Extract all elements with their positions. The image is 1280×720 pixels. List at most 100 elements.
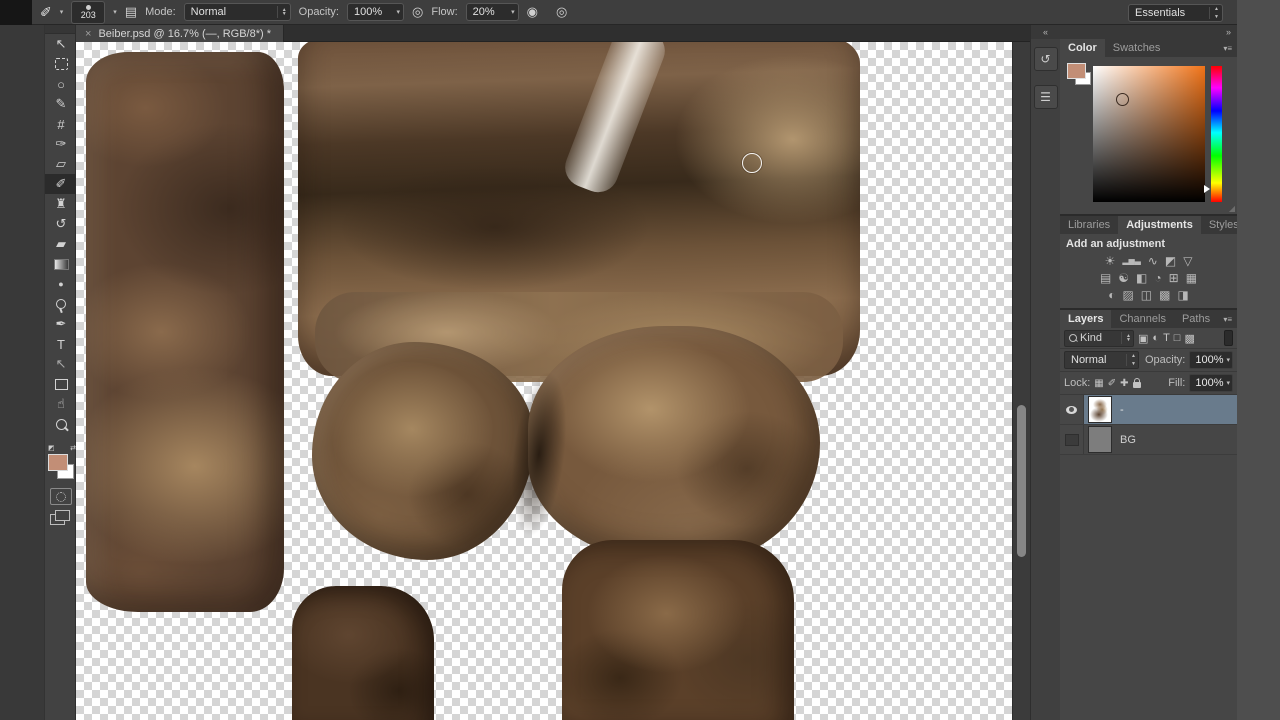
eyedropper-tool[interactable]: ✑ — [45, 134, 77, 154]
tab-adjustments[interactable]: Adjustments — [1118, 216, 1201, 234]
filter-pixel-icon[interactable]: ▣ — [1138, 332, 1148, 345]
color-balance-icon[interactable]: ☯ — [1118, 272, 1129, 284]
history-panel-button[interactable]: ↺ — [1034, 47, 1058, 71]
workspace-select[interactable]: Essentials ▲▼ — [1128, 4, 1223, 22]
hand-tool[interactable]: ☝ — [45, 394, 77, 414]
path-select-tool[interactable]: ↖ — [45, 354, 77, 374]
color-panel-menu-icon[interactable]: ▾≡ — [1223, 39, 1237, 57]
quick-mask-button[interactable] — [50, 488, 72, 505]
brush-preset-caret-icon[interactable]: ▾ — [60, 8, 64, 16]
dodge-tool[interactable] — [45, 294, 77, 314]
lock-pixels-icon[interactable]: ✐ — [1108, 378, 1116, 389]
shape-tool[interactable] — [45, 374, 77, 394]
levels-icon[interactable]: ▂▅▃ — [1122, 255, 1140, 267]
mode-select[interactable]: Normal ▲▼ — [184, 3, 291, 21]
airbrush-icon[interactable]: ◎ — [412, 4, 423, 20]
posterize-icon[interactable]: ▨ — [1122, 289, 1133, 301]
swap-colors-icon[interactable]: ◩⇄ — [46, 444, 78, 452]
layer-name[interactable]: - — [1120, 404, 1124, 416]
selective-color-icon[interactable]: ◨ — [1177, 289, 1188, 301]
lasso-tool[interactable]: ○ — [45, 74, 77, 94]
crop-tool[interactable]: # — [45, 114, 77, 134]
layer-row-current[interactable]: - — [1060, 395, 1237, 425]
filter-toggle[interactable] — [1224, 330, 1233, 346]
tab-libraries[interactable]: Libraries — [1060, 216, 1118, 234]
gradient-map-icon[interactable]: ▩ — [1159, 289, 1170, 301]
layer-thumbnail[interactable] — [1088, 426, 1112, 453]
tab-channels[interactable]: Channels — [1111, 310, 1173, 328]
healing-tool[interactable]: ▱ — [45, 154, 77, 174]
layer-thumbnail[interactable] — [1088, 396, 1112, 423]
zoom-tool[interactable] — [45, 414, 77, 434]
brightness-contrast-icon[interactable]: ☀ — [1105, 255, 1116, 267]
panel-foreground-swatch[interactable] — [1067, 63, 1086, 79]
screen-mode-button[interactable] — [50, 510, 70, 525]
document-tab[interactable]: × Beiber.psd @ 16.7% (—, RGB/8*) * — [76, 25, 284, 42]
canvas[interactable] — [76, 42, 1012, 720]
exposure-icon[interactable]: ◩ — [1165, 255, 1176, 267]
hue-slider-pointer[interactable] — [1204, 185, 1210, 193]
photo-filter-icon[interactable]: ◔ — [1154, 272, 1161, 284]
collapse-dock-chevron-icon[interactable]: » — [1060, 25, 1237, 39]
filter-adjustment-icon[interactable]: ◐ — [1152, 332, 1159, 344]
layer-visibility-cell[interactable] — [1060, 395, 1084, 424]
filter-type-icon[interactable]: T — [1163, 332, 1170, 344]
layers-fill-select[interactable]: 100% ▾ — [1189, 374, 1233, 392]
tab-swatches[interactable]: Swatches — [1105, 39, 1169, 57]
expand-dock-chevron-icon[interactable]: « — [1031, 25, 1060, 39]
clone-stamp-tool[interactable]: ♜ — [45, 194, 77, 214]
color-picker-ring[interactable] — [1116, 93, 1129, 106]
color-lookup-icon[interactable]: ▦ — [1186, 272, 1197, 284]
quick-select-tool[interactable]: ✎ — [45, 94, 77, 114]
canvas-vertical-scrollbar[interactable] — [1012, 42, 1030, 720]
flow-select[interactable]: 20% ▾ — [466, 3, 519, 21]
tab-color[interactable]: Color — [1060, 39, 1105, 57]
black-white-icon[interactable]: ◧ — [1136, 272, 1147, 284]
brush-panel-toggle-icon[interactable]: ▤ — [125, 4, 137, 20]
hue-slider[interactable] — [1211, 66, 1222, 202]
scrollbar-thumb[interactable] — [1017, 405, 1026, 557]
layer-visibility-cell[interactable] — [1060, 425, 1084, 454]
layers-panel-menu-icon[interactable]: ▾≡ — [1223, 310, 1237, 328]
opacity-select[interactable]: 100% ▾ — [347, 3, 404, 21]
filter-smart-icon[interactable]: ▩ — [1184, 332, 1194, 345]
blur-tool[interactable]: ● — [45, 274, 77, 294]
filter-shape-icon[interactable]: □ — [1174, 332, 1181, 344]
blend-mode-select[interactable]: Normal ▲▼ — [1064, 351, 1139, 369]
type-tool[interactable]: T — [45, 334, 77, 354]
tab-layers[interactable]: Layers — [1060, 310, 1111, 328]
layer-row-bg[interactable]: BG — [1060, 425, 1237, 455]
move-tool[interactable]: ↖ — [45, 34, 77, 54]
saturation-brightness-field[interactable] — [1093, 66, 1205, 202]
history-brush-tool[interactable]: ↺ — [45, 214, 77, 234]
toolbar-grip[interactable] — [45, 25, 75, 34]
invert-icon[interactable]: ◐ — [1108, 289, 1115, 301]
curves-icon[interactable]: ∿ — [1148, 255, 1158, 267]
brush-size-caret-icon[interactable]: ▾ — [113, 8, 117, 16]
eraser-tool[interactable]: ▰ — [45, 234, 77, 254]
brush-preset-picker[interactable]: 203 — [71, 1, 105, 24]
layer-name[interactable]: BG — [1120, 434, 1136, 446]
pressure-opacity-icon[interactable]: ◉ — [527, 4, 538, 20]
gradient-tool[interactable] — [45, 254, 77, 274]
foreground-color-swatch[interactable] — [48, 454, 68, 471]
tab-paths[interactable]: Paths — [1174, 310, 1218, 328]
channel-mixer-icon[interactable]: ⊞ — [1169, 272, 1179, 284]
tab-close-icon[interactable]: × — [85, 28, 91, 40]
layers-opacity-select[interactable]: 100% ▾ — [1189, 351, 1233, 369]
lock-all-icon[interactable] — [1133, 382, 1141, 388]
threshold-icon[interactable]: ◫ — [1141, 289, 1152, 301]
marquee-tool[interactable] — [45, 54, 77, 74]
brush-tool[interactable]: ✐ — [45, 174, 77, 194]
properties-panel-button[interactable]: ☰ — [1034, 85, 1058, 109]
lock-transparency-icon[interactable]: ▦ — [1094, 378, 1103, 389]
pen-tool[interactable]: ✒ — [45, 314, 77, 334]
smoothing-icon[interactable]: ◎ — [556, 4, 567, 20]
hue-saturation-icon[interactable]: ▤ — [1100, 272, 1111, 284]
panel-resize-grip[interactable]: ◢ — [1229, 204, 1235, 213]
artwork-leg-left — [292, 586, 434, 720]
layer-filter-kind-select[interactable]: Kind ▲▼ — [1064, 330, 1134, 347]
brush-tool-bar-icon[interactable]: ✐ — [40, 4, 52, 21]
vibrance-icon[interactable]: ▽ — [1183, 255, 1192, 267]
lock-position-icon[interactable]: ✚ — [1120, 378, 1128, 389]
